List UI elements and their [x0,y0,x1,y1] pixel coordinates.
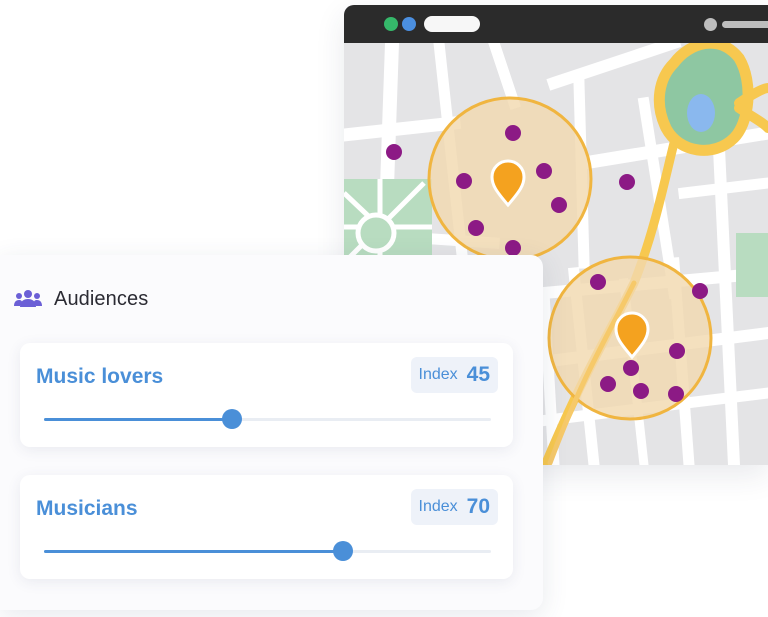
toolbar-menu-bar[interactable] [722,21,768,28]
slider-fill [44,550,344,553]
index-slider[interactable] [44,541,491,561]
toolbar-avatar-icon[interactable] [704,18,717,31]
audience-dot [619,174,635,190]
audience-dot [633,383,649,399]
index-value: 70 [466,495,490,518]
audience-dot [505,125,521,141]
audiences-panel: Audiences Music lovers Index 45 Musician… [0,255,543,610]
address-bar[interactable] [424,16,480,32]
browser-titlebar [344,5,768,43]
audience-dot [551,197,567,213]
index-badge: Index 45 [410,357,498,393]
audience-dot [623,360,639,376]
audience-dot [456,173,472,189]
audience-dot [669,343,685,359]
audience-dot [600,376,616,392]
slider-thumb[interactable] [221,409,242,429]
people-group-icon [14,290,42,307]
audience-name: Musicians [36,497,138,520]
index-badge: Index 70 [410,489,498,525]
window-control-green[interactable] [384,17,398,31]
index-slider[interactable] [44,409,491,429]
index-value: 45 [466,363,490,386]
lake [687,94,715,132]
audience-dot [468,220,484,236]
slider-fill [44,418,232,421]
audience-name: Music lovers [36,365,164,388]
audience-dot [505,240,521,256]
audience-card-musicians: Musicians Index 70 [20,475,513,579]
index-label: Index [418,498,458,515]
audience-card-music-lovers: Music lovers Index 45 [20,343,513,447]
panel-header: Audiences [14,287,148,311]
audience-dot [590,274,606,290]
index-label: Index [418,366,458,383]
window-control-blue[interactable] [402,17,416,31]
audience-dot [386,144,402,160]
audience-dot [692,283,708,299]
slider-thumb[interactable] [333,541,354,561]
panel-title: Audiences [54,287,149,310]
audience-dot [668,386,684,402]
audience-dot [536,163,552,179]
